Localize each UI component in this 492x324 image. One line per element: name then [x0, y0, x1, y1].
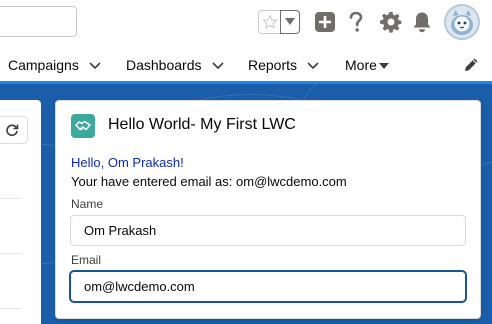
chevron-down-icon[interactable] [305, 59, 321, 71]
name-input[interactable] [70, 215, 466, 246]
nav-item-label: More [345, 57, 377, 73]
nav-item-dashboards[interactable]: Dashboards [126, 57, 226, 73]
list-divider [0, 308, 21, 309]
greeting-text: Hello, Om Prakash! [71, 155, 184, 170]
global-search-input[interactable] [0, 6, 77, 37]
favorite-star-icon[interactable] [258, 10, 280, 34]
help-icon[interactable] [344, 10, 368, 34]
chevron-down-icon[interactable] [87, 59, 103, 71]
favorites-group [258, 10, 301, 34]
favorites-menu-chevron-down-icon[interactable] [280, 10, 300, 34]
name-field-label: Name [71, 197, 104, 211]
lwc-hello-world-card: Hello World- My First LWC Hello, Om Prak… [55, 100, 481, 319]
add-icon[interactable] [313, 10, 337, 34]
notifications-bell-icon[interactable] [410, 10, 434, 34]
nav-item-reports[interactable]: Reports [248, 57, 321, 73]
nav-item-label: Campaigns [8, 57, 79, 73]
user-avatar[interactable] [444, 4, 480, 40]
chevron-down-icon[interactable] [210, 59, 226, 71]
refresh-icon [6, 124, 19, 137]
edit-nav-pencil-icon[interactable] [463, 57, 479, 73]
email-input[interactable] [70, 271, 466, 302]
caret-down-icon [378, 57, 389, 73]
email-field-label: Email [71, 253, 102, 267]
nav-item-label: Dashboards [126, 57, 202, 73]
refresh-button[interactable] [0, 116, 28, 144]
app-navigation-bar: Campaigns Dashboards Reports More [0, 46, 492, 84]
nav-item-label: Reports [248, 57, 298, 73]
nav-item-more[interactable]: More [345, 57, 389, 73]
handshake-icon [71, 114, 95, 138]
list-divider [0, 253, 21, 254]
nav-item-campaigns[interactable]: Campaigns [8, 57, 103, 73]
related-list-card [0, 100, 41, 324]
setup-gear-icon[interactable] [379, 10, 403, 34]
global-header [0, 0, 492, 46]
email-confirmation-text: Your have entered email as: om@lwcdemo.c… [71, 174, 347, 189]
card-title: Hello World- My First LWC [108, 116, 296, 133]
list-divider [0, 198, 21, 199]
